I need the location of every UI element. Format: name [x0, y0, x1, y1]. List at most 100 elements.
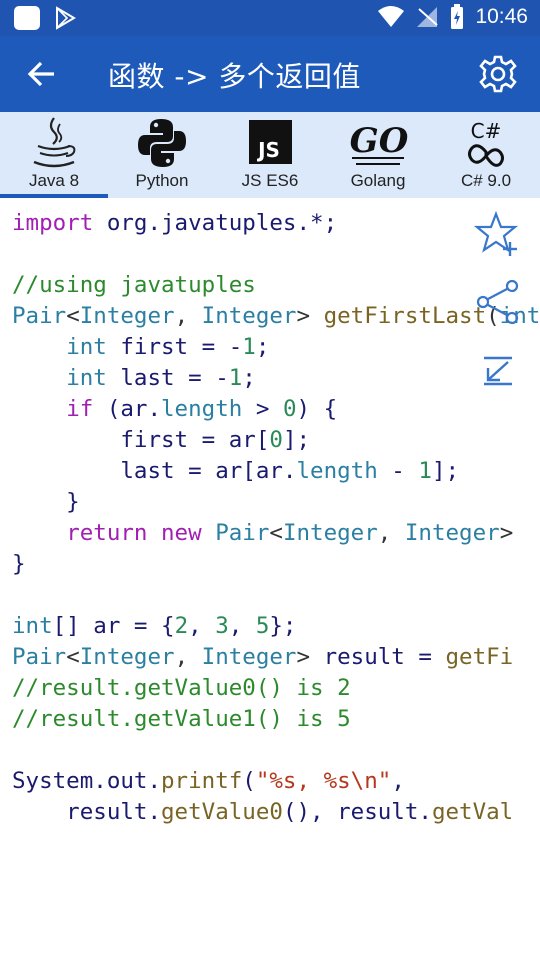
- status-time: 10:46: [475, 5, 528, 28]
- code-token: Integer: [201, 644, 297, 670]
- code-line: Pair<Integer, Integer> getFirstLast(int: [12, 301, 540, 332]
- code-line: //using javatuples: [12, 270, 540, 301]
- code-token: org.javatuples.*;: [93, 210, 338, 236]
- code-token: 1: [242, 334, 256, 360]
- code-token: [] ar = {: [52, 613, 175, 639]
- code-token: //using javatuples: [12, 272, 256, 298]
- code-token: int: [66, 365, 107, 391]
- code-token: }: [12, 489, 80, 515]
- svg-text:GO: GO: [350, 121, 408, 161]
- code-token: 0: [282, 396, 297, 422]
- favorite-add-icon[interactable]: [474, 210, 522, 258]
- code-token: ,: [174, 303, 202, 329]
- code-token: //result.getValue0() is 2: [12, 675, 351, 701]
- import-code-icon[interactable]: [474, 346, 522, 394]
- code-token: int: [12, 613, 53, 639]
- code-token: >: [296, 644, 324, 670]
- code-token: <: [269, 520, 283, 546]
- golang-icon: GO: [350, 121, 408, 165]
- code-token: ,: [377, 520, 405, 546]
- code-token: (: [93, 396, 121, 422]
- code-token: 1: [418, 458, 432, 484]
- csharp-icon: C#: [468, 119, 504, 167]
- tab-golang[interactable]: GO Golang: [324, 112, 432, 198]
- share-icon[interactable]: [474, 278, 522, 326]
- code-token: 3: [215, 613, 229, 639]
- tab-label: Java 8: [28, 171, 80, 190]
- code-token: (), result.: [282, 799, 432, 825]
- code-token: -: [377, 458, 419, 484]
- code-token: ,: [188, 613, 216, 639]
- code-view[interactable]: import org.javatuples.*; //using javatupl…: [12, 208, 540, 960]
- code-token: last = -: [106, 365, 229, 391]
- code-token: getValue0: [161, 799, 283, 825]
- app-bar: 函数 -> 多个返回值: [0, 36, 540, 112]
- code-token: result =: [323, 644, 446, 670]
- code-token: Integer: [79, 303, 175, 329]
- code-token: >: [499, 520, 514, 546]
- code-token: ;: [242, 365, 256, 391]
- python-icon: [138, 119, 186, 167]
- code-token: first = ar[: [12, 427, 270, 453]
- code-token: Pair: [12, 644, 67, 670]
- gear-icon[interactable]: [478, 54, 518, 94]
- code-token: length: [161, 396, 243, 422]
- code-token: result.: [12, 799, 162, 825]
- code-token: //result.getValue1() is 5: [12, 706, 351, 732]
- no-signal-icon: [417, 7, 439, 27]
- code-token: Pair: [215, 520, 270, 546]
- code-line: if (ar.length > 0) {: [12, 394, 540, 425]
- code-line: //result.getValue0() is 2: [12, 673, 540, 704]
- tab-label: JS ES6: [241, 171, 299, 190]
- code-token: "%s, %s\n": [255, 768, 392, 794]
- back-arrow-icon[interactable]: [24, 56, 60, 92]
- code-line: int first = -1;: [12, 332, 540, 363]
- code-line: }: [12, 549, 540, 580]
- code-token: 1: [228, 365, 243, 391]
- code-line: int[] ar = {2, 3, 5};: [12, 611, 540, 642]
- code-line: last = ar[ar.length - 1];: [12, 456, 540, 487]
- language-tab-bar: Java 8 Python JS JS ES6 GO Golang C# C# …: [0, 112, 540, 198]
- code-token: Integer: [201, 303, 297, 329]
- battery-charging-icon: [451, 4, 464, 29]
- code-token: };: [269, 613, 297, 639]
- code-token: 0: [269, 427, 283, 453]
- code-line: }: [12, 487, 540, 518]
- svg-text:JS: JS: [256, 138, 280, 162]
- java-icon: [33, 117, 76, 168]
- tab-label: C# 9.0: [460, 171, 512, 190]
- code-token: (: [242, 768, 256, 794]
- code-token: ,: [228, 613, 256, 639]
- code-token: ,: [391, 768, 405, 794]
- code-token: last = ar[ar.: [12, 458, 297, 484]
- code-token: ar.: [120, 396, 162, 422]
- tab-js[interactable]: JS JS ES6: [216, 112, 324, 198]
- code-token: >: [242, 396, 283, 422]
- code-token: 5: [255, 613, 270, 639]
- tab-label: Golang: [350, 171, 406, 190]
- code-token: 2: [174, 613, 189, 639]
- code-token: >: [296, 303, 324, 329]
- code-token: ;: [255, 334, 270, 360]
- code-token: printf: [161, 768, 243, 794]
- wifi-icon: [378, 6, 405, 27]
- code-token: Integer: [404, 520, 500, 546]
- code-token: ) {: [296, 396, 338, 422]
- code-token: if: [66, 396, 94, 422]
- js-icon: JS: [249, 120, 292, 164]
- code-token: <: [66, 644, 80, 670]
- tab-python[interactable]: Python: [108, 112, 216, 198]
- play-store-icon: [56, 6, 76, 30]
- code-token: System.out.: [12, 768, 162, 794]
- tab-csharp[interactable]: C# C# 9.0: [432, 112, 540, 198]
- tab-java[interactable]: Java 8: [0, 112, 108, 198]
- code-token: ];: [431, 458, 460, 484]
- code-token: first = -: [106, 334, 243, 360]
- code-token: getFi: [445, 644, 514, 670]
